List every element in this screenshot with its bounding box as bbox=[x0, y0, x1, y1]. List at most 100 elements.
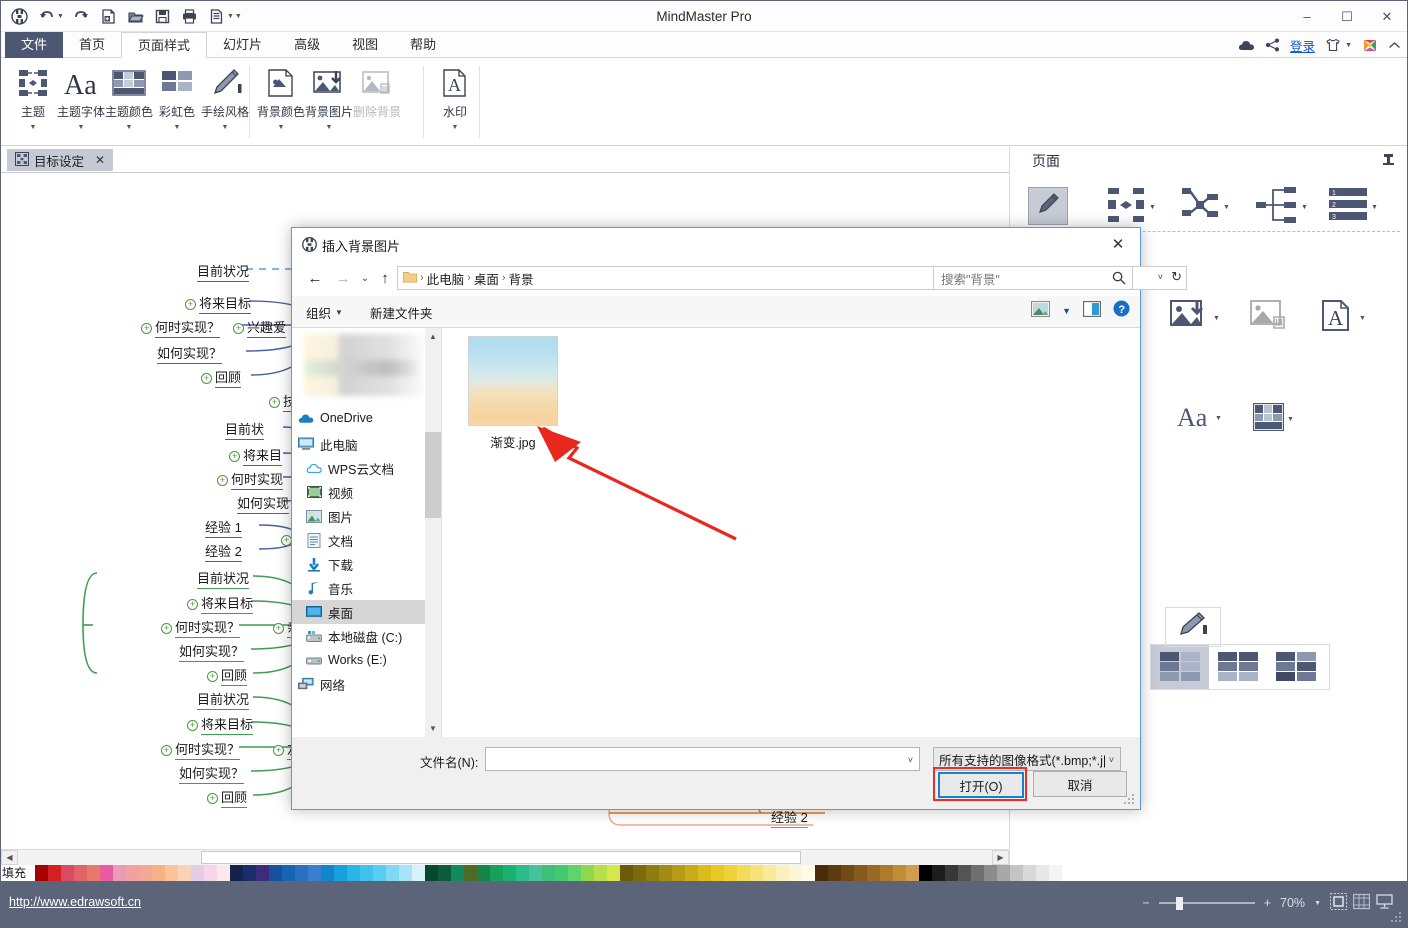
color-swatch[interactable] bbox=[451, 865, 464, 881]
color-swatch[interactable] bbox=[919, 865, 932, 881]
mindmap-node[interactable]: 如何实现 bbox=[237, 493, 289, 512]
mindmap-node[interactable]: +回顾 bbox=[207, 787, 247, 806]
mindmap-node[interactable]: 经验 1 bbox=[205, 517, 242, 536]
rainbow-variant-3[interactable] bbox=[1267, 645, 1325, 689]
node-expand-icon[interactable]: + bbox=[217, 475, 228, 486]
new-file-icon[interactable] bbox=[96, 4, 121, 29]
color-swatch[interactable] bbox=[906, 865, 919, 881]
color-swatch[interactable] bbox=[1036, 865, 1049, 881]
qat-customize-caret[interactable]: ▼ bbox=[235, 13, 245, 20]
ribbon-theme-color-caret[interactable]: ▼ bbox=[126, 124, 133, 131]
rainbow-variant-1[interactable] bbox=[1151, 645, 1209, 689]
organize-caret[interactable]: ▼ bbox=[335, 308, 343, 317]
mindmap-node[interactable]: +何时实现？ bbox=[161, 617, 240, 636]
nav-pane-item[interactable]: 下载 bbox=[292, 552, 442, 576]
node-expand-icon[interactable]: + bbox=[161, 623, 172, 634]
shirt-dropdown-caret[interactable]: ▼ bbox=[1345, 42, 1352, 49]
mindmap-node[interactable]: +将来目标 bbox=[185, 293, 251, 312]
color-swatch[interactable] bbox=[1010, 865, 1023, 881]
color-swatch[interactable] bbox=[282, 865, 295, 881]
breadcrumb-item-2[interactable]: 背景 bbox=[509, 269, 534, 288]
color-swatch[interactable] bbox=[984, 865, 997, 881]
color-swatch[interactable] bbox=[932, 865, 945, 881]
color-swatch[interactable] bbox=[425, 865, 438, 881]
color-swatch[interactable] bbox=[269, 865, 282, 881]
color-swatch[interactable] bbox=[594, 865, 607, 881]
mindmap-node[interactable]: +何时实现？ bbox=[141, 317, 220, 336]
navigation-pane[interactable]: OneDrive此电脑WPS云文档视频图片文档下载音乐桌面本地磁盘 (C:)Wo… bbox=[292, 328, 442, 737]
color-swatch[interactable] bbox=[763, 865, 776, 881]
ribbon-rainbow-color-caret[interactable]: ▼ bbox=[174, 124, 181, 131]
node-expand-icon[interactable]: + bbox=[269, 397, 280, 408]
view-mode-icon[interactable] bbox=[1031, 301, 1050, 322]
organize-button[interactable]: 组织 ▼ bbox=[306, 303, 343, 322]
cancel-button[interactable]: 取消 bbox=[1033, 771, 1127, 797]
color-swatch[interactable] bbox=[581, 865, 594, 881]
color-swatch[interactable] bbox=[399, 865, 412, 881]
mindmap-node[interactable]: +回顾 bbox=[207, 665, 247, 684]
panel-watermark-button[interactable]: A ▼ bbox=[1320, 297, 1366, 340]
nav-scroll-up-icon[interactable]: ▲ bbox=[425, 328, 441, 345]
color-swatch[interactable] bbox=[191, 865, 204, 881]
color-swatch[interactable] bbox=[776, 865, 789, 881]
ribbon-theme-caret[interactable]: ▼ bbox=[30, 124, 37, 131]
color-swatch[interactable] bbox=[165, 865, 178, 881]
layout-scatter-caret[interactable]: ▼ bbox=[1223, 204, 1230, 211]
color-swatch[interactable] bbox=[568, 865, 581, 881]
tab-help[interactable]: 帮助 bbox=[394, 32, 452, 58]
panel-watermark-caret[interactable]: ▼ bbox=[1359, 315, 1366, 322]
node-expand-icon[interactable]: + bbox=[273, 623, 284, 634]
nav-pane-item[interactable]: 文档 bbox=[292, 528, 442, 552]
color-swatch[interactable] bbox=[74, 865, 87, 881]
mindmap-node[interactable]: 如何实现？ bbox=[179, 763, 244, 782]
nav-pane-item[interactable]: Works (E:) bbox=[292, 648, 442, 672]
mindmap-node[interactable]: 目前状况 bbox=[197, 689, 249, 708]
nav-scroll-down-icon[interactable]: ▼ bbox=[425, 720, 441, 737]
dialog-close-button[interactable]: ✕ bbox=[1096, 228, 1140, 260]
color-swatch[interactable] bbox=[542, 865, 555, 881]
color-swatch[interactable] bbox=[685, 865, 698, 881]
layout-scatter-button[interactable]: ▼ bbox=[1180, 185, 1230, 230]
nav-up-button[interactable]: ↑ bbox=[372, 265, 398, 291]
color-swatch[interactable] bbox=[646, 865, 659, 881]
save-icon[interactable] bbox=[150, 4, 175, 29]
search-icon[interactable] bbox=[1112, 271, 1126, 288]
color-swatch[interactable] bbox=[113, 865, 126, 881]
color-swatch[interactable] bbox=[607, 865, 620, 881]
color-swatch[interactable] bbox=[1023, 865, 1036, 881]
layout-list-button[interactable]: 1 2 3 ▼ bbox=[1328, 185, 1378, 230]
app-logo-icon[interactable] bbox=[7, 4, 32, 29]
color-swatch[interactable] bbox=[139, 865, 152, 881]
color-swatch[interactable] bbox=[529, 865, 542, 881]
nav-pane-item[interactable]: 视频 bbox=[292, 480, 442, 504]
zoom-slider-thumb[interactable] bbox=[1176, 897, 1183, 910]
zoom-slider[interactable] bbox=[1159, 897, 1255, 909]
color-swatch[interactable] bbox=[412, 865, 425, 881]
color-swatch[interactable] bbox=[867, 865, 880, 881]
file-list-pane[interactable]: 渐变.jpg bbox=[442, 328, 1140, 737]
close-button[interactable]: ✕ bbox=[1367, 1, 1407, 32]
node-expand-icon[interactable]: + bbox=[207, 793, 218, 804]
nav-pane-item[interactable]: WPS云文档 bbox=[292, 456, 442, 480]
mindmap-node[interactable]: 如何实现？ bbox=[179, 641, 244, 660]
color-swatch[interactable] bbox=[334, 865, 347, 881]
mindmap-node[interactable]: +何时实现 bbox=[217, 469, 283, 488]
node-expand-icon[interactable]: + bbox=[185, 299, 196, 310]
new-folder-button[interactable]: 新建文件夹 bbox=[370, 303, 433, 322]
nav-back-button[interactable]: ← bbox=[302, 265, 328, 291]
color-swatch[interactable] bbox=[152, 865, 165, 881]
ribbon-hand-draw-caret[interactable]: ▼ bbox=[222, 124, 229, 131]
color-swatch[interactable] bbox=[503, 865, 516, 881]
filename-dropdown-caret[interactable]: ˅ bbox=[908, 755, 913, 765]
color-swatch[interactable] bbox=[672, 865, 685, 881]
apps-icon[interactable] bbox=[1362, 38, 1378, 53]
tab-slides[interactable]: 幻灯片 bbox=[207, 32, 278, 58]
node-expand-icon[interactable]: + bbox=[233, 323, 244, 334]
color-swatch[interactable] bbox=[126, 865, 139, 881]
panel-background-image-button[interactable]: ▼ bbox=[1170, 297, 1220, 340]
color-swatch[interactable] bbox=[256, 865, 269, 881]
node-expand-icon[interactable]: + bbox=[141, 323, 152, 334]
panel-hand-draw-button[interactable] bbox=[1165, 607, 1221, 647]
layout-list-caret[interactable]: ▼ bbox=[1371, 204, 1378, 211]
resize-grip[interactable] bbox=[1391, 912, 1403, 924]
